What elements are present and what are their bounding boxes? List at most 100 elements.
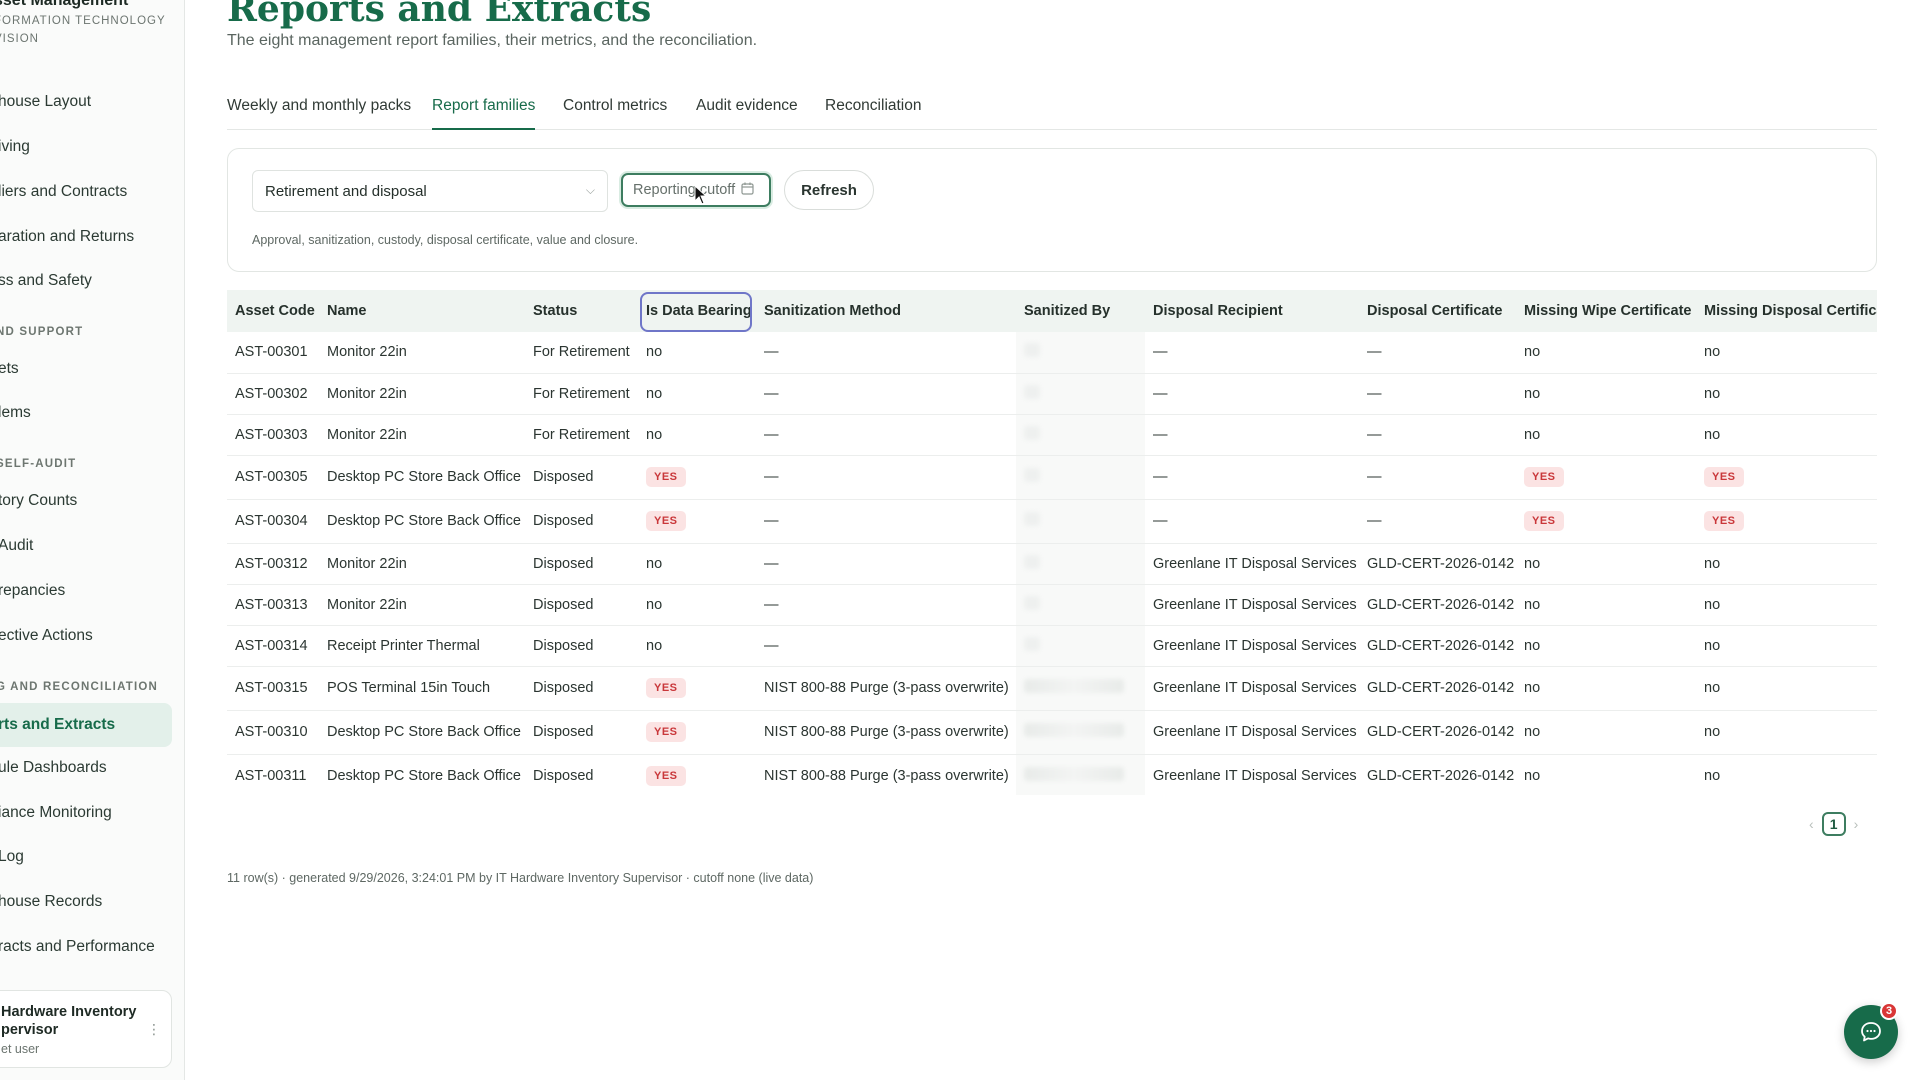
refresh-button[interactable]: Refresh: [784, 170, 874, 210]
table-row[interactable]: AST-00313 Monitor 22in Disposed no — Greenlan…: [227, 584, 1877, 626]
cell-status: For Retirement: [525, 332, 638, 374]
cell-is-data-bearing: no: [638, 543, 756, 585]
cell-sanitization-method: —: [756, 543, 1016, 585]
column-header-status[interactable]: Status: [525, 290, 638, 332]
cell-status: Disposed: [525, 543, 638, 585]
cell-disposal-certificate: GLD-CERT-2026-0142: [1359, 543, 1516, 585]
user-name-line2: pervisor: [1, 1022, 59, 1038]
sidebar-item-receiving[interactable]: iving: [0, 128, 172, 166]
cell-disposal-certificate: GLD-CERT-2026-0142: [1359, 584, 1516, 626]
sidebar-section-self-audit: SELF-AUDIT: [0, 458, 77, 470]
cell-disposal-certificate: —: [1359, 332, 1516, 374]
sidebar-item-tickets[interactable]: ets: [0, 350, 172, 388]
table-row[interactable]: AST-00315 POS Terminal 15in Touch Disposed…: [227, 666, 1877, 711]
tab-report-families[interactable]: Report families: [432, 94, 536, 130]
brand: sset Management FORMATION TECHNOLOGY VIS…: [0, 0, 166, 48]
yes-badge: YES: [1704, 511, 1744, 531]
cell-status: Disposed: [525, 625, 638, 667]
cell-status: Disposed: [525, 710, 638, 755]
column-header-disposal-recipient[interactable]: Disposal Recipient: [1145, 290, 1359, 332]
cell-sanitized-by: [1016, 666, 1145, 711]
tab-audit-evidence[interactable]: Audit evidence: [696, 94, 798, 130]
sidebar-item-schedule-dashboards[interactable]: ule Dashboards: [0, 749, 172, 787]
cell-name: Desktop PC Store Back Office: [319, 455, 525, 500]
redacted-value: [1024, 343, 1040, 358]
sidebar: sset Management FORMATION TECHNOLOGY VIS…: [0, 0, 185, 1080]
table-row[interactable]: AST-00310 Desktop PC Store Back Office Dis…: [227, 710, 1877, 755]
sidebar-item-audit[interactable]: Audit: [0, 527, 172, 565]
cell-missing-wipe-certificate: no: [1516, 625, 1696, 667]
user-card[interactable]: Hardware Inventory pervisor et user ⋮: [0, 990, 172, 1068]
sidebar-item-access-safety[interactable]: ss and Safety: [0, 262, 172, 300]
column-header-sanitized-by[interactable]: Sanitized By: [1016, 290, 1145, 332]
redacted-value: [1024, 636, 1040, 651]
sidebar-item-compliance-monitoring[interactable]: iance Monitoring: [0, 794, 172, 832]
cell-is-data-bearing: YES: [638, 499, 756, 544]
brand-name: sset Management: [0, 0, 129, 9]
cell-sanitization-method: —: [756, 584, 1016, 626]
page-button-current[interactable]: 1: [1821, 812, 1846, 836]
sidebar-item-label: Audit: [0, 537, 34, 554]
column-header-is-data-bearing[interactable]: Is Data Bearing: [638, 290, 756, 332]
sidebar-item-inventory-counts[interactable]: tory Counts: [0, 482, 172, 520]
calendar-icon: [741, 182, 754, 198]
cell-is-data-bearing: no: [638, 373, 756, 415]
table-row[interactable]: AST-00311 Desktop PC Store Back Office Dis…: [227, 754, 1877, 795]
table-row[interactable]: AST-00303 Monitor 22in For Retirement no — — —…: [227, 414, 1877, 456]
table-row[interactable]: AST-00301 Monitor 22in For Retirement no — — —…: [227, 332, 1877, 374]
tab-reconciliation[interactable]: Reconciliation: [825, 94, 922, 130]
column-header-missing-disposal-certificate[interactable]: Missing Disposal Certifica: [1696, 290, 1877, 332]
column-header-disposal-certificate[interactable]: Disposal Certificate: [1359, 290, 1516, 332]
cell-missing-disposal-certificate: no: [1696, 710, 1877, 755]
sidebar-item-preparation-returns[interactable]: aration and Returns: [0, 218, 172, 256]
cell-sanitization-method: —: [756, 373, 1016, 415]
tab-control-metrics[interactable]: Control metrics: [563, 94, 667, 130]
table-row[interactable]: AST-00314 Receipt Printer Thermal Disposed…: [227, 625, 1877, 667]
redacted-value: [1024, 468, 1040, 482]
sidebar-item-corrective-actions[interactable]: ective Actions: [0, 617, 172, 655]
sidebar-item-discrepancies[interactable]: repancies: [0, 572, 172, 610]
column-header-missing-wipe-certificate[interactable]: Missing Wipe Certificate: [1516, 290, 1696, 332]
chevron-right-icon[interactable]: ›: [1854, 816, 1859, 832]
sidebar-item-warehouse-layout[interactable]: house Layout: [0, 83, 172, 121]
report-family-select[interactable]: Retirement and disposal ⌵: [252, 170, 608, 212]
cell-missing-wipe-certificate: no: [1516, 543, 1696, 585]
cell-sanitized-by: [1016, 543, 1145, 585]
cell-sanitization-method: NIST 800-88 Purge (3-pass overwrite): [756, 754, 1016, 795]
sidebar-item-label: ss and Safety: [0, 272, 92, 289]
table-row[interactable]: AST-00312 Monitor 22in Disposed no — Greenlan…: [227, 543, 1877, 585]
user-role: et user: [1, 1042, 40, 1056]
tab-weekly-monthly-packs[interactable]: Weekly and monthly packs: [227, 94, 411, 130]
column-header-asset-code[interactable]: Asset Code: [227, 290, 319, 332]
cell-status: Disposed: [525, 584, 638, 626]
sidebar-item-contracts-performance[interactable]: racts and Performance: [0, 928, 172, 966]
cell-missing-wipe-certificate: no: [1516, 584, 1696, 626]
report-footer-note: 11 row(s) · generated 9/29/2026, 3:24:01…: [227, 871, 814, 885]
table-row[interactable]: AST-00304 Desktop PC Store Back Office Dis…: [227, 499, 1877, 544]
redacted-value: [1024, 384, 1040, 399]
cell-sanitized-by: [1016, 710, 1145, 755]
column-header-sanitization-method[interactable]: Sanitization Method: [756, 290, 1016, 332]
sidebar-item-suppliers-contracts[interactable]: liers and Contracts: [0, 173, 172, 211]
table-header-row: Asset Code Name Status Is Data Bearing S…: [227, 290, 1877, 332]
cell-asset-code: AST-00301: [227, 332, 319, 374]
table-row[interactable]: AST-00302 Monitor 22in For Retirement no — — —…: [227, 373, 1877, 415]
cell-disposal-recipient: Greenlane IT Disposal Services: [1145, 543, 1359, 585]
cell-status: Disposed: [525, 754, 638, 795]
sidebar-item-warehouse-records[interactable]: house Records: [0, 883, 172, 921]
sidebar-section-support: ND SUPPORT: [0, 326, 84, 338]
column-header-name[interactable]: Name: [319, 290, 525, 332]
cell-name: Monitor 22in: [319, 543, 525, 585]
redacted-value: [1024, 512, 1040, 526]
table-row[interactable]: AST-00305 Desktop PC Store Back Office Dis…: [227, 455, 1877, 500]
cell-asset-code: AST-00312: [227, 543, 319, 585]
sidebar-item-log[interactable]: Log: [0, 838, 172, 876]
kebab-menu-icon[interactable]: ⋮: [147, 1021, 161, 1038]
sidebar-item-problems[interactable]: lems: [0, 394, 172, 432]
cell-missing-wipe-certificate: no: [1516, 414, 1696, 456]
redacted-value: [1024, 679, 1124, 693]
cell-asset-code: AST-00304: [227, 499, 319, 544]
sidebar-item-reports-extracts[interactable]: rts and Extracts: [0, 703, 172, 747]
chevron-left-icon[interactable]: ‹: [1809, 816, 1814, 832]
cell-asset-code: AST-00313: [227, 584, 319, 626]
